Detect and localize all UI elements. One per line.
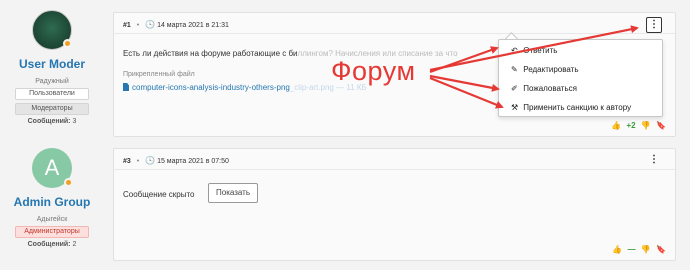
user-group-badge: Пользователи: [15, 88, 89, 100]
edit-icon: ✎: [511, 65, 518, 74]
clock-icon: 🕓: [145, 156, 156, 165]
menu-item-sanction[interactable]: ⚒ Применить санкцию к автору: [511, 103, 631, 112]
file-icon: [123, 83, 129, 91]
post-options-menu: ↶ Ответить ✎ Редактировать ✐ Пожаловатьс…: [498, 39, 663, 117]
user-group-badge: Модераторы: [15, 103, 89, 115]
attachment-filename-obscured: _clip-art.png: [289, 83, 334, 92]
bookmark-icon[interactable]: 🔖: [656, 245, 666, 254]
show-hidden-button[interactable]: Показать: [208, 183, 259, 203]
meta-separator: •: [136, 158, 140, 165]
user-card-2: A Admin Group Адыгейск Администраторы Со…: [0, 148, 104, 248]
clock-icon: 🕓: [145, 20, 156, 29]
username-link[interactable]: User Moder: [0, 57, 104, 71]
thumbs-up-icon[interactable]: 👍: [611, 121, 621, 130]
message-count-value: 3: [72, 118, 77, 125]
post-meta: #3 • 🕓 15 марта 2021 в 07:50: [123, 156, 229, 165]
user-message-count: Сообщений: 2: [0, 241, 104, 248]
post-reactions: 👍 — 👎 🔖: [609, 245, 666, 254]
user-location: Адыгейск: [36, 216, 68, 223]
meta-separator: •: [136, 22, 140, 29]
post-card: #3 • 🕓 15 марта 2021 в 07:50 Сообщение с…: [113, 148, 676, 261]
user-card-1: User Moder Радужный Пользователи Модерат…: [0, 10, 104, 125]
menu-item-edit[interactable]: ✎ Редактировать: [511, 65, 579, 74]
attachment-filename[interactable]: computer-icons-analysis-industry-others-…: [132, 83, 290, 92]
online-status-dot: [63, 39, 72, 48]
avatar[interactable]: [32, 10, 72, 50]
message-count-value: 2: [72, 241, 77, 248]
username-link[interactable]: Admin Group: [0, 195, 104, 209]
post-reactions: 👍 +2 👎 🔖: [608, 121, 666, 130]
thumbs-down-icon[interactable]: 👎: [641, 121, 651, 130]
forum-thread-page: User Moder Радужный Пользователи Модерат…: [0, 0, 690, 270]
message-count-label: Сообщений:: [27, 241, 71, 248]
post-header-divider: [114, 169, 675, 170]
flag-icon: ✐: [511, 84, 518, 93]
menu-item-label: Пожаловаться: [523, 84, 577, 93]
post-date: 14 марта 2021 в 21:31: [157, 22, 229, 29]
hidden-message-text: Сообщение скрыто: [123, 190, 195, 199]
menu-item-label: Применить санкцию к автору: [523, 103, 632, 112]
menu-item-label: Редактировать: [523, 65, 579, 74]
thumbs-down-icon[interactable]: 👎: [641, 245, 651, 254]
message-count-label: Сообщений:: [27, 118, 71, 125]
user-message-count: Сообщений: 3: [0, 118, 104, 125]
reaction-count: +2: [626, 121, 636, 130]
menu-item-report[interactable]: ✐ Пожаловаться: [511, 84, 577, 93]
reaction-count: —: [627, 245, 636, 254]
post-text-visible: Есть ли действия на форуме работающие с …: [123, 49, 298, 58]
reply-icon: ↶: [511, 46, 518, 55]
post-meta: #1 • 🕓 14 марта 2021 в 21:31: [123, 20, 229, 29]
user-group-badge: Администраторы: [15, 226, 89, 238]
user-location: Радужный: [35, 78, 69, 85]
menu-item-label: Ответить: [523, 46, 558, 55]
attachment-label: Прикрепленный файл: [123, 71, 195, 78]
menu-item-reply[interactable]: ↶ Ответить: [511, 46, 557, 55]
post-header-divider: [114, 33, 675, 34]
avatar-letter: A: [44, 155, 60, 180]
post-number-link[interactable]: #1: [123, 22, 131, 29]
online-status-dot: [64, 178, 73, 187]
post-number-link[interactable]: #3: [123, 158, 131, 165]
post-options-button[interactable]: ⋮: [646, 153, 662, 169]
gavel-icon: ⚒: [511, 103, 519, 112]
post-options-button[interactable]: ⋮: [646, 17, 662, 33]
annotation-label: Форум: [331, 56, 416, 86]
thumbs-up-icon[interactable]: 👍: [612, 245, 622, 254]
post-date: 15 марта 2021 в 07:50: [157, 158, 229, 165]
avatar[interactable]: A: [32, 148, 73, 188]
bookmark-icon[interactable]: 🔖: [656, 121, 666, 130]
